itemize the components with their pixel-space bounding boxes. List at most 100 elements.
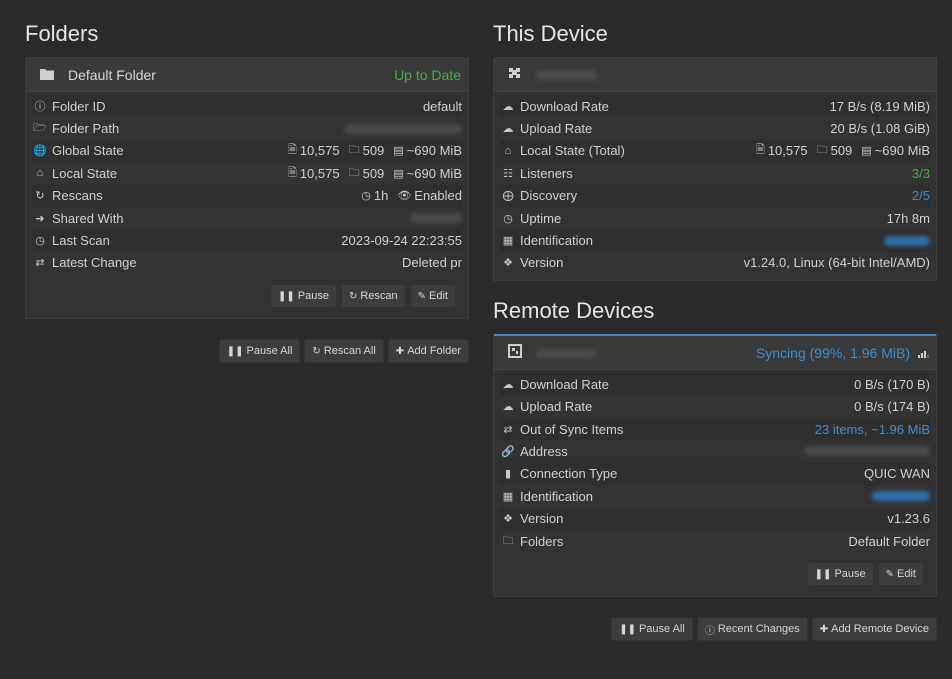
file-icon: 🗎: [755, 144, 765, 157]
global-files: 10,575: [299, 143, 340, 159]
info-icon: ⓘ: [34, 101, 46, 114]
folder-status: Up to Date: [394, 66, 461, 83]
rd-identification-redacted[interactable]: [872, 491, 930, 502]
cloud-upload-icon: ☁: [502, 123, 514, 136]
watch-status: Enabled: [414, 188, 462, 204]
remote-device-details: ☁ Download Rate 0 B/s (170 B) ☁ Upload Rat…: [494, 370, 936, 552]
refresh-icon: ↻: [35, 190, 45, 203]
this-device-heading: This Device: [493, 21, 608, 46]
hdd-icon: ▤: [393, 167, 404, 180]
local-size: ~690 MiB: [406, 165, 462, 181]
td-download-rate-row: ☁ Download Rate 17 B/s (8.19 MiB): [500, 95, 930, 118]
folder-path-label: Folder Path: [52, 121, 120, 137]
file-icon: 🗎: [287, 144, 297, 157]
hdd-icon: ▤: [861, 145, 872, 158]
pause-device-button[interactable]: ❚❚ Pause: [806, 562, 874, 587]
plus-icon: ✚: [395, 345, 405, 357]
add-folder-button[interactable]: ✚ Add Folder: [387, 339, 469, 364]
rescan-folder-button[interactable]: ↻ Rescan: [340, 284, 406, 309]
remote-device-buttons: ❚❚ Pause ✎ Edit: [494, 552, 936, 596]
pause-folder-button[interactable]: ❚❚ Pause: [269, 284, 337, 309]
folders-column: Folders Default Folder Up to Date ⓘ Folde…: [25, 0, 469, 364]
this-device-panel: ☁ Download Rate 17 B/s (8.19 MiB) ☁ Upload…: [493, 57, 937, 282]
this-device-header[interactable]: [494, 58, 936, 92]
rd-upload-label: Upload Rate: [520, 399, 593, 415]
tag-icon: ❖: [503, 257, 513, 270]
latest-change-row: ⇄ Latest Change Deleted pr: [32, 252, 462, 274]
latest-change-label: Latest Change: [52, 255, 137, 271]
recent-changes-button[interactable]: ⓘ Recent Changes: [696, 617, 808, 642]
pause-all-devices-button[interactable]: ❚❚ Pause All: [611, 617, 693, 642]
rd-address-row: 🔗 Address: [500, 440, 930, 462]
td-discovery-row: ⨁ Discovery 2/5: [500, 184, 930, 207]
rd-out-of-sync-value[interactable]: 23 items, ~1.96 MiB: [815, 422, 930, 437]
link-icon: 🔗: [501, 445, 515, 458]
folder-icon: [40, 67, 54, 83]
rd-connection-type-value: QUIC WAN: [864, 466, 930, 482]
local-state-row: ⌂ Local State 🗎 10,575 🗀 509 ▤ ~690 MiB: [32, 162, 462, 184]
edit-folder-button[interactable]: ✎ Edit: [409, 284, 456, 309]
latest-change-value: Deleted pr: [402, 255, 462, 271]
rescan-all-button[interactable]: ↻ Rescan All: [304, 339, 384, 364]
edit-device-button[interactable]: ✎ Edit: [877, 562, 924, 587]
this-device-details: ☁ Download Rate 17 B/s (8.19 MiB) ☁ Upload…: [494, 92, 936, 274]
folders-actions: ❚❚ Pause All ↻ Rescan All ✚ Add Folder: [25, 339, 469, 364]
pause-icon: ❚❚: [619, 623, 636, 635]
td-local-state-label: Local State (Total): [520, 143, 625, 159]
rd-upload-rate-row: ☁ Upload Rate 0 B/s (174 B): [500, 396, 931, 418]
rd-out-of-sync-row: ⇄ Out of Sync Items 23 items, ~1.96 MiB: [500, 417, 930, 441]
td-discovery-value[interactable]: 2/5: [912, 188, 930, 203]
home-icon: ⌂: [504, 144, 512, 157]
rd-folders-label: Folders: [520, 533, 564, 549]
remote-device-name-redacted: [536, 348, 596, 358]
pause-all-folders-button[interactable]: ❚❚ Pause All: [218, 339, 301, 364]
folder-icon: 🗀: [816, 144, 828, 157]
rd-folders-value: Default Folder: [848, 533, 930, 549]
shared-with-row: ➜ Shared With: [32, 207, 462, 229]
folder-panel-header[interactable]: Default Folder Up to Date: [26, 58, 468, 92]
rd-connection-type-row: ▮ Connection Type QUIC WAN: [500, 462, 930, 486]
rd-connection-type-label: Connection Type: [520, 466, 618, 482]
eye-icon: 👁: [397, 190, 412, 203]
td-download-value: 17 B/s (8.19 MiB): [829, 98, 930, 114]
rescan-interval: 1h: [373, 188, 389, 204]
folder-details: ⓘ Folder ID default 🗁 Folder Path 🌐 Global …: [26, 92, 468, 274]
remote-device-header[interactable]: Syncing (99%, 1.96 MiB): [494, 336, 936, 371]
globe-icon: 🌐: [33, 145, 47, 158]
folder-path-redacted: [344, 123, 462, 134]
global-dirs: 509: [362, 143, 385, 159]
td-listeners-row: ☷ Listeners 3/3: [500, 162, 930, 184]
signal-icon: ▮: [504, 468, 512, 481]
pause-icon: ❚❚: [226, 345, 244, 357]
folders-heading: Folders: [25, 21, 99, 46]
add-remote-device-button[interactable]: ✚ Add Remote Device: [811, 617, 937, 642]
pause-icon: ❚❚: [814, 568, 832, 580]
qrcode-icon: [508, 344, 522, 361]
td-identification-redacted[interactable]: [884, 235, 930, 246]
refresh-icon: ↻: [312, 345, 321, 357]
share-icon: ➜: [35, 212, 45, 225]
folder-id-label: Folder ID: [52, 98, 106, 114]
last-scan-row: ◷ Last Scan 2023-09-24 22:23:55: [32, 229, 462, 252]
folder-id-value: default: [422, 98, 462, 114]
folder-buttons: ❚❚ Pause ↻ Rescan ✎ Edit: [26, 274, 468, 318]
rd-folders-row: 🗀 Folders Default Folder: [500, 530, 931, 552]
folder-icon: 🗀: [348, 144, 360, 157]
exchange-icon: ⇄: [503, 423, 513, 436]
rd-download-label: Download Rate: [520, 376, 609, 392]
folder-icon: 🗀: [502, 534, 514, 547]
td-upload-rate-row: ☁ Upload Rate 20 B/s (1.08 GiB): [500, 117, 931, 139]
signpost-icon: ⨁: [502, 190, 514, 203]
rd-version-value: v1.23.6: [887, 511, 930, 527]
plus-icon: ✚: [819, 623, 829, 635]
td-listeners-label: Listeners: [520, 165, 573, 181]
cloud-download-icon: ☁: [502, 100, 514, 113]
global-state-label: Global State: [52, 143, 124, 159]
rd-address-redacted: [804, 446, 930, 457]
td-size: ~690 MiB: [874, 143, 930, 159]
rd-version-row: ❖ Version v1.23.6: [500, 507, 930, 530]
qrcode-icon: ▦: [502, 490, 514, 503]
td-discovery-label: Discovery: [520, 188, 578, 204]
rd-download-value: 0 B/s (170 B): [854, 376, 930, 392]
td-listeners-value[interactable]: 3/3: [912, 166, 930, 181]
